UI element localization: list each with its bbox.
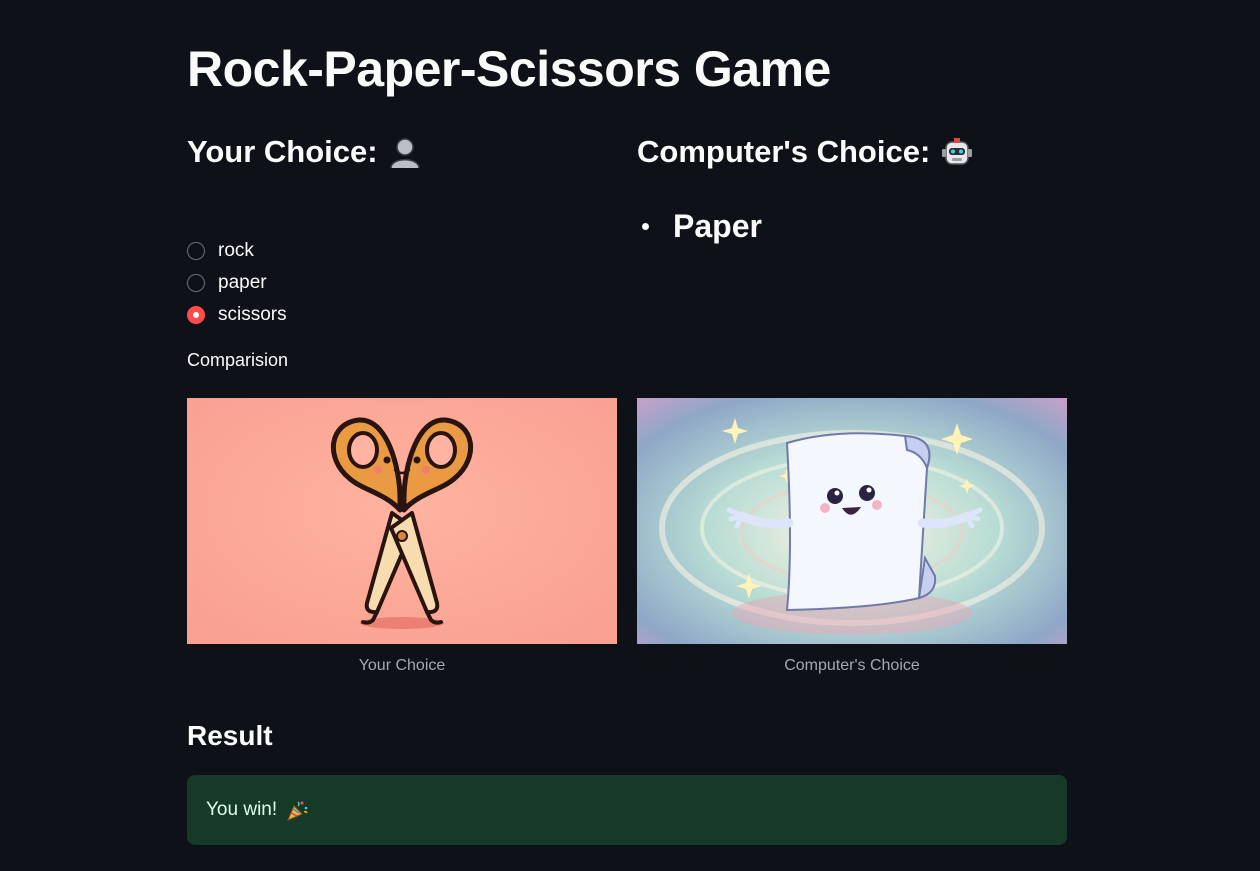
radio-label-paper: paper (218, 272, 267, 293)
radio-option-paper[interactable]: paper (187, 267, 287, 299)
computer-choice-value: Paper (673, 208, 762, 244)
page-title: Rock-Paper-Scissors Game (187, 41, 831, 97)
success-alert: You win! (187, 775, 1067, 845)
result-heading: Result (187, 720, 273, 751)
radio-label-rock: rock (218, 240, 254, 261)
party-popper-icon (285, 798, 309, 822)
computer-choice-list: Paper (637, 208, 762, 245)
bullet-point (642, 223, 649, 230)
computer-image-caption: Computer's Choice (784, 657, 920, 674)
comparison-label: Comparision (187, 350, 289, 370)
result-message: You win! (206, 799, 278, 820)
computer-choice-heading: Computer's Choice: (637, 134, 974, 170)
radio-button-scissors[interactable] (187, 306, 205, 324)
radio-option-rock[interactable]: rock (187, 235, 287, 267)
radio-button-paper[interactable] (187, 274, 205, 292)
person-silhouette-icon (388, 135, 422, 169)
user-image-caption: Your Choice (358, 657, 446, 674)
radio-label-scissors: scissors (218, 304, 287, 325)
robot-face-icon (940, 135, 974, 169)
computer-choice-heading-text: Computer's Choice: (637, 134, 931, 169)
radio-option-scissors[interactable]: scissors (187, 299, 287, 331)
user-choice-heading-text: Your Choice: (187, 134, 378, 169)
radio-button-rock[interactable] (187, 242, 205, 260)
choice-radio-group: rock paper scissors (187, 235, 287, 331)
scissors-character-image (187, 398, 617, 644)
user-choice-heading: Your Choice: (187, 134, 422, 170)
paper-character-image (637, 398, 1067, 644)
